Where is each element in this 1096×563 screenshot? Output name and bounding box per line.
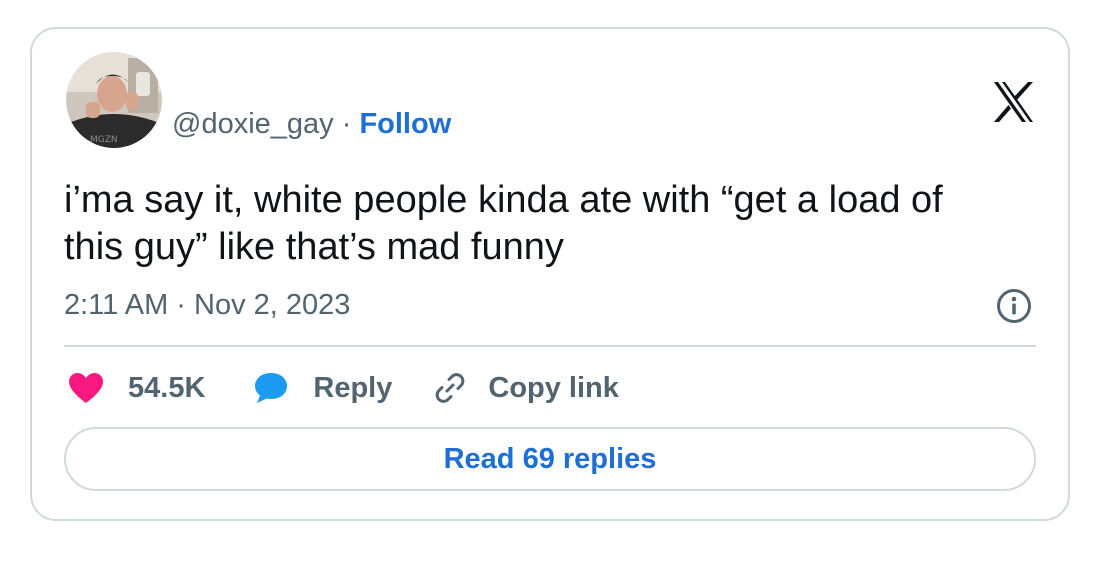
reply-button[interactable]: Reply — [253, 371, 392, 405]
author-handle[interactable]: @doxie_gay — [172, 108, 334, 140]
action-bar: 54.5K Reply Copy link — [68, 368, 619, 408]
tweet-card: MGZN @doxie_gay · Follow i’ma say it, wh… — [30, 27, 1070, 521]
divider — [64, 345, 1036, 347]
copy-link-label: Copy link — [488, 371, 619, 404]
tweet-text-line-2: this guy” like that’s mad funny — [64, 226, 564, 268]
like-count: 54.5K — [128, 371, 206, 404]
reply-label: Reply — [313, 371, 393, 404]
author-line: @doxie_gay · Follow — [172, 107, 451, 141]
tweet-text: i’ma say it, white people kinda ate with… — [64, 177, 1024, 271]
copy-link-button[interactable]: Copy link — [432, 370, 619, 406]
speech-bubble-icon — [255, 373, 288, 403]
separator-dot: · — [333, 108, 360, 140]
read-replies-button[interactable]: Read 69 replies — [64, 427, 1036, 491]
read-replies-label: Read 69 replies — [443, 442, 657, 475]
follow-button[interactable]: Follow — [359, 108, 451, 140]
avatar[interactable]: MGZN — [66, 52, 162, 148]
tweet-text-line-1: i’ma say it, white people kinda ate with… — [64, 179, 943, 221]
like-button[interactable]: 54.5K — [68, 372, 205, 405]
x-logo-icon[interactable] — [990, 79, 1036, 125]
timestamp[interactable]: 2:11 AM · Nov 2, 2023 — [64, 287, 350, 323]
info-icon[interactable] — [996, 288, 1032, 324]
heart-icon — [69, 373, 103, 403]
link-icon — [436, 373, 465, 403]
svg-text:MGZN: MGZN — [90, 135, 118, 145]
